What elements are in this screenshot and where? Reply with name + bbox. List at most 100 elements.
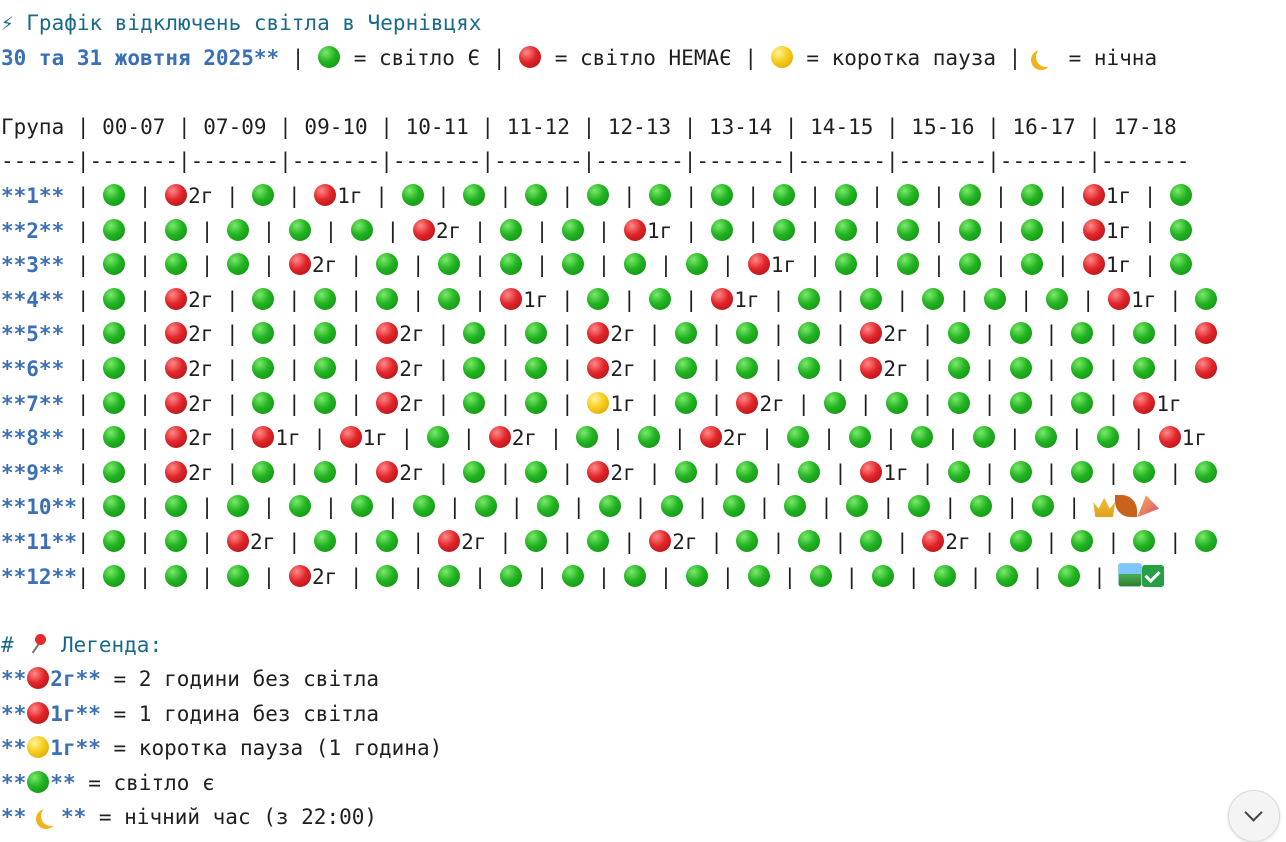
green-circle-icon <box>798 530 821 552</box>
separator: | <box>126 495 165 520</box>
outage-duration: 2г <box>461 530 487 554</box>
table-cell <box>462 184 486 208</box>
green-circle-icon <box>1071 322 1094 345</box>
red-circle-icon <box>288 564 311 587</box>
scroll-down-button[interactable] <box>1228 790 1280 842</box>
red-circle-icon <box>500 287 523 310</box>
green-circle-icon <box>1020 253 1043 276</box>
separator: | <box>337 530 376 554</box>
legend-description: = нічний час (з 22:00) <box>86 805 378 830</box>
red-circle-icon <box>27 667 50 689</box>
table-cell <box>164 564 188 589</box>
separator: | <box>64 253 103 278</box>
separator: | <box>821 530 860 554</box>
table-cell <box>1169 184 1193 208</box>
table-cell <box>164 495 188 519</box>
separator: | <box>126 530 165 554</box>
crown-icon <box>1093 497 1116 518</box>
separator: | <box>745 495 784 520</box>
green-circle-icon <box>1071 460 1094 483</box>
green-circle-icon <box>165 495 188 518</box>
table-row: **12**| | | | 2г | | | | | | | | | | | |… <box>1 560 1165 595</box>
outage-duration: 1г <box>362 426 388 451</box>
green-circle-icon <box>288 495 311 518</box>
table-cell <box>524 184 548 208</box>
table-cell <box>1020 218 1044 243</box>
green-circle-icon <box>711 184 734 206</box>
separator: | <box>188 253 227 278</box>
table-cell: 1г <box>859 460 909 485</box>
red-circle-icon <box>165 460 188 483</box>
green-circle-icon <box>849 426 872 449</box>
separator: | <box>548 184 587 208</box>
green-circle-icon <box>463 357 486 379</box>
separator: | <box>126 460 165 485</box>
green-circle-icon <box>474 495 497 518</box>
separator: | <box>548 357 587 381</box>
separator: | <box>796 184 835 208</box>
separator: | <box>635 460 674 485</box>
table-cell <box>972 426 996 450</box>
separator: | <box>1043 184 1082 208</box>
table-cell <box>164 530 188 554</box>
red-circle-icon <box>649 530 672 552</box>
legend-code: 2г** <box>50 667 101 691</box>
separator: | <box>559 495 598 520</box>
red-circle-icon <box>736 391 759 414</box>
separator: | <box>697 357 736 381</box>
table-cell <box>910 426 934 450</box>
separator: | <box>449 426 488 451</box>
table-cell <box>1194 322 1218 346</box>
outage-duration: 2г <box>188 391 214 416</box>
red-circle-icon <box>623 218 646 241</box>
separator: | <box>275 357 314 381</box>
separator: | <box>784 391 823 416</box>
separator: | <box>610 530 649 554</box>
table-cell <box>947 322 971 346</box>
green-circle-icon <box>897 253 919 276</box>
green-circle-icon <box>314 460 337 483</box>
table-cell <box>995 564 1019 589</box>
separator: | <box>76 495 103 520</box>
separator: | <box>970 460 1009 485</box>
table-cell <box>623 253 647 277</box>
green-circle-icon <box>947 391 970 414</box>
red-circle-icon <box>1108 287 1131 310</box>
green-circle-icon <box>1032 495 1055 518</box>
green-circle-icon <box>587 287 610 310</box>
green-circle-icon <box>773 184 796 206</box>
separator: | <box>759 322 798 347</box>
table-cell <box>710 218 734 243</box>
green-circle-icon <box>575 426 598 449</box>
green-circle-icon <box>376 530 399 552</box>
separator: | <box>188 495 227 520</box>
outage-duration: 2г <box>188 460 214 485</box>
outage-duration: 2г <box>399 460 425 485</box>
separator: | <box>635 322 674 347</box>
table-cell <box>1057 564 1081 589</box>
green-circle-icon <box>525 460 548 483</box>
green-circle-icon <box>809 564 832 587</box>
separator: | <box>213 322 252 347</box>
separator: | <box>275 530 314 554</box>
separator: | <box>126 391 165 416</box>
separator: | <box>311 218 350 243</box>
table-cell: 2г <box>735 391 785 416</box>
red-circle-icon <box>1082 218 1105 241</box>
green-circle-icon <box>376 287 399 310</box>
red-circle-icon <box>587 357 610 379</box>
outage-duration: 2г <box>250 530 276 554</box>
green-circle-icon <box>525 391 548 414</box>
red-circle-icon <box>860 357 883 379</box>
red-circle-icon <box>488 426 511 449</box>
green-circle-icon <box>587 530 610 552</box>
green-circle-icon <box>252 287 275 310</box>
table-cell <box>797 460 821 485</box>
group-label: **9** <box>1 460 65 485</box>
green-circle-icon <box>897 184 919 206</box>
table-cell <box>1020 184 1044 208</box>
table-cell <box>251 460 275 485</box>
outage-duration: 1г <box>523 287 549 312</box>
group-label: **11** <box>1 530 77 554</box>
outage-duration: 2г <box>722 426 749 451</box>
